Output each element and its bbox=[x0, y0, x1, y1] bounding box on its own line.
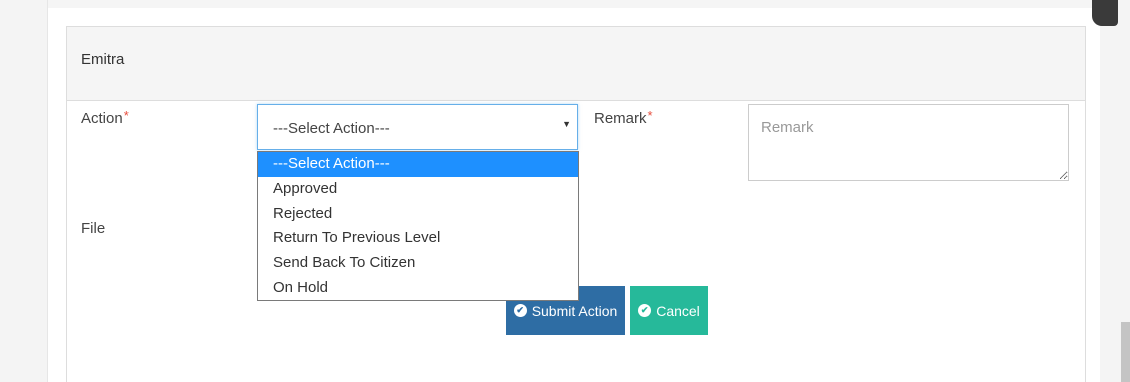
action-select[interactable]: ---Select Action--- ▼ bbox=[257, 104, 578, 150]
remark-input[interactable] bbox=[748, 104, 1069, 181]
caret-down-icon: ▼ bbox=[562, 119, 571, 129]
check-circle-icon: ✔ bbox=[638, 304, 652, 317]
page: Emitra Action* ---Select Action--- ▼ Rem… bbox=[0, 0, 1130, 382]
dropdown-option[interactable]: Send Back To Citizen bbox=[258, 251, 578, 276]
remark-label: Remark* bbox=[594, 108, 653, 127]
action-select-value: ---Select Action--- bbox=[273, 120, 390, 137]
check-circle-icon: ✔ bbox=[513, 304, 527, 317]
dropdown-option[interactable]: Rejected bbox=[258, 202, 578, 227]
dropdown-option[interactable]: On Hold bbox=[258, 276, 578, 301]
left-gutter bbox=[0, 0, 48, 382]
panel-title: Emitra bbox=[67, 27, 1085, 101]
file-label: File bbox=[81, 220, 106, 237]
scrollbar-thumb[interactable] bbox=[1121, 322, 1130, 382]
submit-action-label: Submit Action bbox=[531, 302, 618, 319]
cancel-button[interactable]: ✔ Cancel bbox=[630, 286, 708, 335]
action-dropdown-list: ---Select Action--- Approved Rejected Re… bbox=[257, 151, 579, 301]
top-strip bbox=[0, 0, 1130, 8]
dropdown-option[interactable]: Approved bbox=[258, 177, 578, 202]
required-marker: * bbox=[647, 108, 653, 123]
dropdown-option[interactable]: ---Select Action--- bbox=[258, 152, 578, 177]
required-marker: * bbox=[123, 108, 129, 123]
dropdown-option[interactable]: Return To Previous Level bbox=[258, 226, 578, 251]
corner-widget[interactable] bbox=[1092, 0, 1118, 26]
cancel-label: Cancel bbox=[656, 302, 700, 319]
action-label: Action* bbox=[81, 108, 129, 127]
emitra-panel: Emitra Action* ---Select Action--- ▼ Rem… bbox=[66, 26, 1086, 382]
